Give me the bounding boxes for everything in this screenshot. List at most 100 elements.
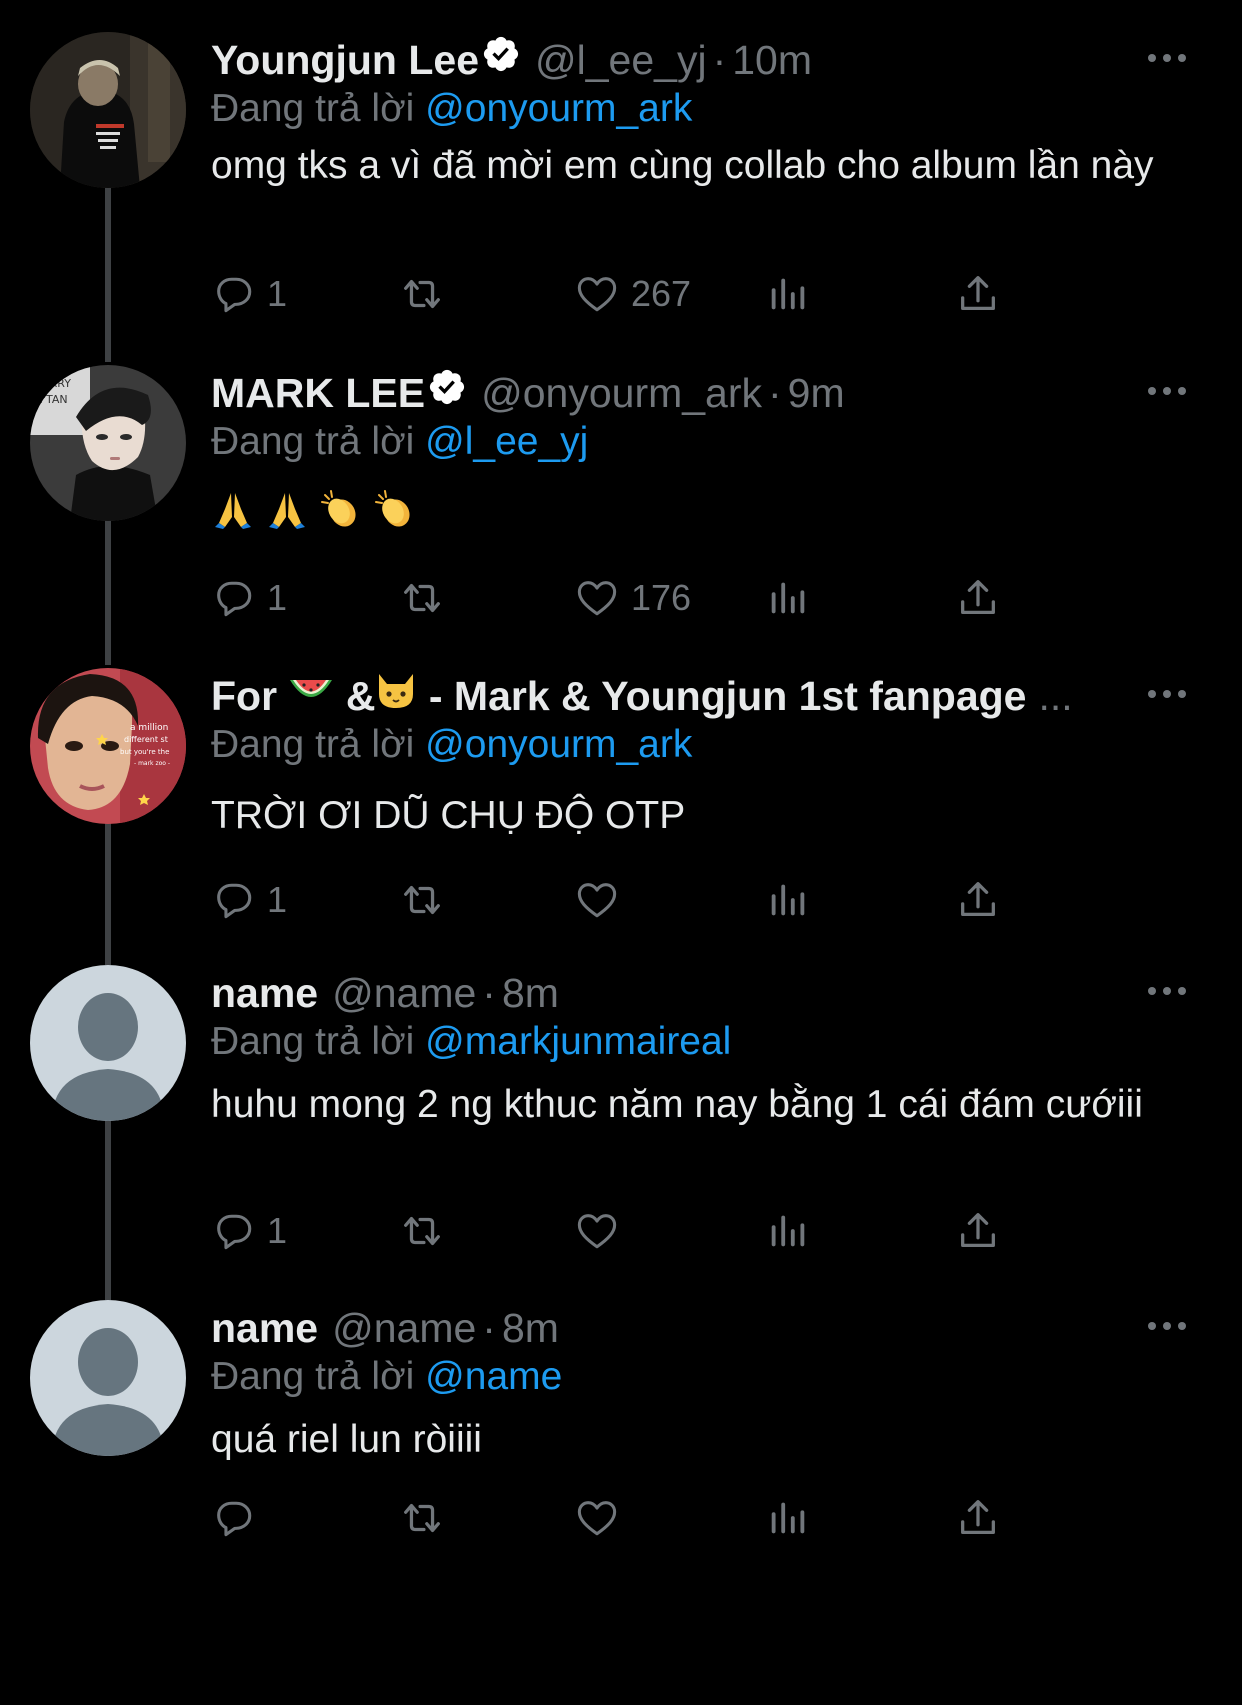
reply-icon: [211, 1208, 257, 1254]
mention-link[interactable]: @onyourm_ark: [425, 87, 692, 130]
tweet-header: name @name · 8m: [211, 1300, 1242, 1356]
handle[interactable]: @l_ee_yj: [535, 37, 707, 83]
avatar-caption: - mark zoo -: [134, 760, 170, 767]
analytics-button[interactable]: [765, 875, 811, 925]
analytics-button[interactable]: [765, 1206, 811, 1256]
tweet[interactable]: name @name · 8m Đang trả lời @markjunmairea…: [0, 965, 1242, 1285]
share-icon: [955, 271, 1001, 317]
replying-to-label: Đang trả lời: [211, 1355, 415, 1398]
like-button[interactable]: 176: [573, 573, 691, 623]
share-button[interactable]: [955, 573, 1001, 623]
timestamp[interactable]: 8m: [502, 970, 559, 1016]
mention-link[interactable]: @l_ee_yj: [425, 420, 588, 463]
action-bar: 1: [211, 1206, 1111, 1256]
retweet-button[interactable]: [397, 573, 447, 623]
retweet-button[interactable]: [397, 875, 447, 925]
reply-button[interactable]: [211, 1493, 257, 1543]
tweet[interactable]: SORRY Ǝ'TAN MARK LEE @onyourm_ark · 9m Đang…: [0, 365, 1242, 665]
tweet-header: MARK LEE @onyourm_ark · 9m: [211, 365, 1242, 421]
share-button[interactable]: [955, 1493, 1001, 1543]
avatar[interactable]: [30, 965, 186, 1121]
analytics-button[interactable]: [765, 269, 811, 319]
cat-face-emoji: [375, 668, 417, 724]
watermelon-emoji: [288, 668, 334, 724]
clapping-hands-emoji: [319, 487, 363, 537]
separator-dot: ·: [482, 970, 496, 1016]
mention-link[interactable]: @onyourm_ark: [425, 723, 692, 766]
replying-to-label: Đang trả lời: [211, 1020, 415, 1063]
timestamp[interactable]: 8m: [502, 1305, 559, 1351]
handle[interactable]: @name: [332, 970, 476, 1016]
replying-to-label: Đang trả lời: [211, 723, 415, 766]
display-name-part: &: [345, 673, 376, 719]
display-name-part: For: [211, 673, 278, 719]
retweet-button[interactable]: [397, 1206, 447, 1256]
share-icon: [955, 1208, 1001, 1254]
verified-badge-icon: [427, 365, 467, 421]
display-name[interactable]: name: [211, 970, 318, 1016]
like-button[interactable]: [573, 1206, 621, 1256]
tweet[interactable]: name @name · 8m Đang trả lời @name quá riel…: [0, 1300, 1242, 1630]
tweet-header: name @name · 8m: [211, 965, 1242, 1021]
more-options-icon[interactable]: [1148, 688, 1188, 700]
heart-icon: [573, 1208, 621, 1254]
svg-text:Ǝ'TAN: Ǝ'TAN: [36, 393, 68, 406]
retweet-icon: [397, 1495, 447, 1541]
reply-count: 1: [267, 577, 288, 618]
avatar[interactable]: [30, 32, 186, 188]
tweet-text: TRỜI ƠI DŨ CHỤ ĐỘ OTP: [211, 794, 686, 837]
retweet-button[interactable]: [397, 1493, 447, 1543]
reply-count: 1: [267, 273, 288, 314]
display-name[interactable]: name: [211, 1305, 318, 1351]
mention-link[interactable]: @markjunmaireal: [425, 1020, 731, 1063]
share-icon: [955, 877, 1001, 923]
reply-icon: [211, 1495, 257, 1541]
default-avatar-icon: [30, 1300, 186, 1456]
share-button[interactable]: [955, 269, 1001, 319]
mention-link[interactable]: @name: [425, 1355, 562, 1398]
avatar-caption: different st: [124, 735, 168, 744]
analytics-button[interactable]: [765, 573, 811, 623]
more-options-icon[interactable]: [1148, 985, 1188, 997]
avatar[interactable]: SORRY Ǝ'TAN: [30, 365, 186, 521]
tweet[interactable]: a million different st but you're the - …: [0, 668, 1242, 968]
like-button[interactable]: [573, 1493, 621, 1543]
replying-to: Đang trả lời @l_ee_yj: [211, 415, 588, 469]
more-options-icon[interactable]: [1148, 385, 1188, 397]
retweet-button[interactable]: [397, 269, 447, 319]
reply-button[interactable]: 1: [211, 875, 287, 925]
reply-button[interactable]: 1: [211, 269, 287, 319]
reply-button[interactable]: 1: [211, 1206, 287, 1256]
like-button[interactable]: 267: [573, 269, 691, 319]
replying-to: Đang trả lời @onyourm_ark: [211, 82, 692, 136]
reply-button[interactable]: 1: [211, 573, 287, 623]
handle[interactable]: @onyourm_ark: [481, 370, 762, 416]
replying-to: Đang trả lời @markjunmaireal: [211, 1015, 731, 1069]
separator-dot: ·: [768, 370, 782, 416]
avatar[interactable]: [30, 1300, 186, 1456]
analytics-icon: [765, 1495, 811, 1541]
handle[interactable]: @name: [332, 1305, 476, 1351]
display-name[interactable]: Youngjun Lee: [211, 37, 479, 83]
avatar[interactable]: a million different st but you're the - …: [30, 668, 186, 824]
share-button[interactable]: [955, 1206, 1001, 1256]
analytics-button[interactable]: [765, 1493, 811, 1543]
action-bar: 1 176: [211, 573, 1111, 623]
avatar-caption: a million: [130, 723, 168, 733]
timestamp[interactable]: 10m: [732, 37, 812, 83]
more-options-icon[interactable]: [1148, 1320, 1188, 1332]
like-count: 267: [631, 273, 692, 314]
tweet[interactable]: Youngjun Lee @l_ee_yj · 10m Đang trả lời @o…: [0, 32, 1242, 352]
more-options-icon[interactable]: [1148, 52, 1188, 64]
display-name[interactable]: MARK LEE: [211, 370, 425, 416]
share-button[interactable]: [955, 875, 1001, 925]
tweet-text: quá riel lun ròiiii: [211, 1418, 482, 1461]
display-name[interactable]: For & - Mark & Youngjun 1st fanpage: [211, 673, 1026, 719]
replying-to: Đang trả lời @name: [211, 1350, 562, 1404]
like-count: 176: [631, 577, 692, 618]
timestamp[interactable]: 9m: [788, 370, 845, 416]
like-button[interactable]: [573, 875, 621, 925]
reply-icon: [211, 877, 257, 923]
clapping-hands-emoji: [373, 487, 417, 537]
tweet-header: For & - Mark & Youngjun 1st fanpage...: [211, 668, 1242, 724]
